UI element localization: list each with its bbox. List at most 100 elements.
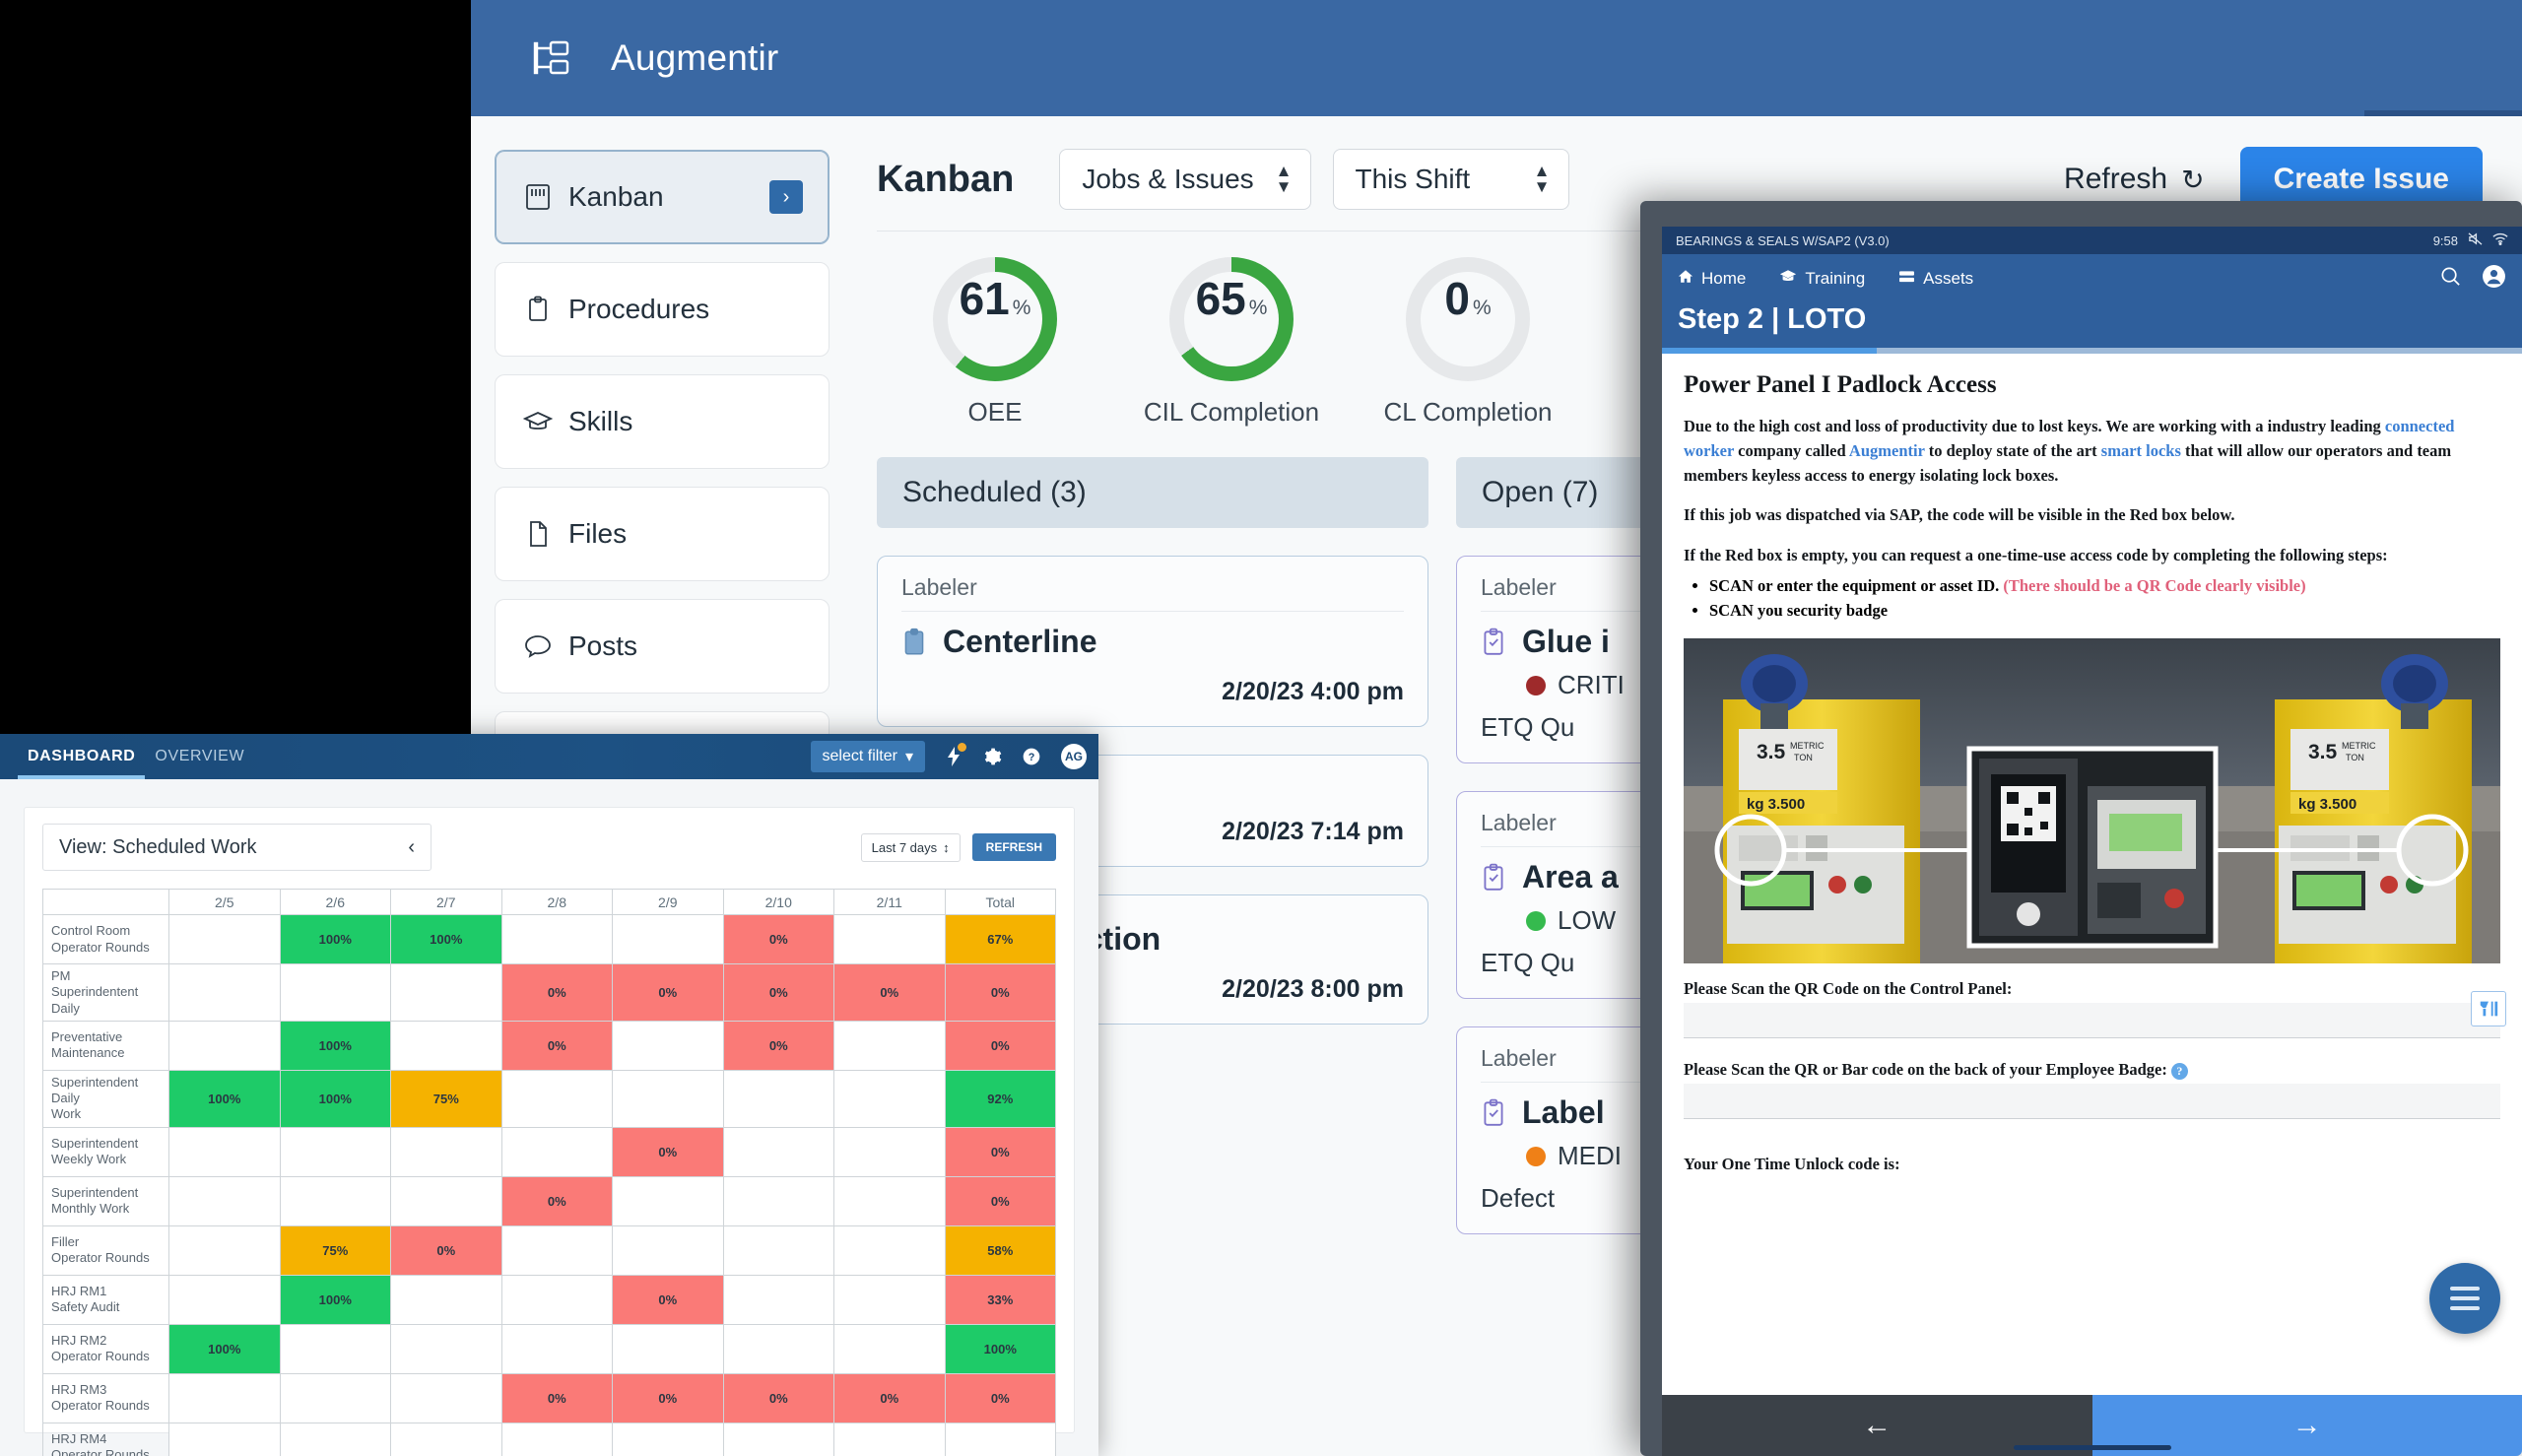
dashboard-refresh-button[interactable]: REFRESH [971,833,1056,861]
dashboard-header-actions: select filter ▾ ? AG [810,741,1099,772]
kanban-card[interactable]: Labeler Centerline 2/20/23 4:00 pm [877,556,1428,727]
chevron-updown-icon: ▲ ▼ [1275,161,1293,196]
column-header: 2/5 [168,889,281,915]
column-header: 2/6 [279,889,391,915]
kanban-icon [521,183,555,211]
date-range-select[interactable]: Last 7 days ↕ [860,832,961,862]
heatmap-cell [279,1126,391,1177]
heatmap-cell [722,1069,834,1128]
tablet-step-title: Step 2 | LOTO [1678,303,1867,335]
table-row: Control Room Operator Rounds 100% 100% 0% 67% [42,914,1056,964]
nav-training[interactable]: Training [1779,269,1865,289]
inline-link[interactable]: smart locks [2101,441,2181,460]
heatmap-cell [833,1422,946,1456]
filter-shift-select[interactable]: This Shift ▲ ▼ [1332,149,1569,210]
card-title: Glue i [1522,624,1610,659]
refresh-button[interactable]: Refresh ↻ [2064,163,2205,196]
filter-type-select[interactable]: Jobs & Issues ▲ ▼ [1059,149,1311,210]
heatmap-cell [168,914,281,964]
heatmap-cell [833,1126,946,1177]
sidebar-item-files[interactable]: Files [495,487,830,581]
scan-control-panel-input[interactable] [1684,991,2506,1039]
search-icon[interactable] [2439,265,2462,293]
tablet-app-name: BEARINGS & SEALS W/SAP2 (V3.0) [1676,232,1890,248]
help-icon[interactable]: ? [1022,747,1041,766]
sidebar-item-label: Files [568,518,628,549]
heatmap-cell: 0% [944,1126,1056,1177]
heatmap-cell [722,1126,834,1177]
svg-text:TON: TON [2346,753,2364,762]
heatmap-cell [168,1175,281,1226]
sidebar-item-kanban[interactable]: Kanban › [495,150,830,244]
avatar[interactable]: AG [1061,744,1087,769]
heatmap-cell [168,1372,281,1423]
nav-assets[interactable]: Assets [1898,269,1973,289]
heatmap-cell [500,1274,613,1325]
heatmap-cell: 0% [500,963,613,1022]
heatmap-cell [390,1175,502,1226]
gauge-label: CIL Completion [1143,397,1320,427]
heatmap-cell [390,1422,502,1456]
barcode-scanner-icon[interactable] [2471,991,2506,1027]
priority-label: CRITI [1558,670,1625,699]
gauge-unit: % [1012,297,1031,319]
heatmap-cell [612,914,724,964]
gauge-label: CL Completion [1383,397,1553,427]
bolt-icon[interactable] [945,743,966,767]
hamburger-icon[interactable] [2429,1263,2500,1334]
gear-icon[interactable] [982,747,1002,766]
help-icon[interactable]: ? [2170,1062,2188,1080]
list-item-note: (There should be a QR Code clearly visib… [2003,575,2306,595]
sidebar-item-label: Skills [568,406,633,436]
field-2-text: Please Scan the QR or Bar code on the ba… [1684,1060,2167,1080]
sidebar-item-skills[interactable]: Skills [495,374,830,469]
heatmap-cell: 0% [833,963,946,1022]
tab-dashboard[interactable]: DASHBOARD [18,734,146,779]
heatmap-cell [390,963,502,1022]
wifi-icon [2492,232,2508,248]
account-icon[interactable] [2482,264,2506,294]
table-row: HRJ RM2 Operator Rounds 100% 100% [42,1323,1056,1374]
heatmap-cell [833,914,946,964]
heatmap-cell: 0% [500,1020,613,1071]
inline-text: Due to the high cost and loss of product… [1684,417,2385,435]
heatmap-cell [390,1372,502,1423]
table-row: Filler Operator Rounds 75% 0% 58% [42,1224,1056,1276]
nav-home[interactable]: Home [1678,269,1746,289]
server-icon [1898,269,1915,289]
svg-text:3.5: 3.5 [1757,741,1786,763]
svg-text:METRIC: METRIC [1790,741,1825,751]
heatmap-cell: 100% [390,914,502,964]
heatmap-cell: 0% [722,963,834,1022]
view-toolbar: View: Scheduled Work ‹ Last 7 days ↕ REF… [42,824,1056,871]
home-icon [1678,269,1693,289]
sidebar-item-posts[interactable]: Posts [495,599,830,694]
tab-overview[interactable]: OVERVIEW [145,734,254,779]
clipboard-check-icon [1481,863,1506,893]
heatmap-cell: 0% [612,1274,724,1325]
gauge-value: 61 [959,273,1010,324]
heatmap-cell [612,1020,724,1071]
sidebar-item-procedures[interactable]: Procedures [495,262,830,357]
clipboard-check-icon [1481,628,1506,657]
svg-text:METRIC: METRIC [2342,741,2376,751]
priority-label: LOW [1558,905,1617,935]
list-item: SCAN or enter the equipment or asset ID.… [1709,574,2500,599]
select-filter-button[interactable]: select filter ▾ [810,741,925,772]
priority-label: MEDI [1558,1141,1622,1170]
table-row: HRJ RM3 Operator Rounds 0% 0% 0% 0% 0% [42,1372,1056,1423]
dashboard-card: View: Scheduled Work ‹ Last 7 days ↕ REF… [24,807,1075,1456]
scan-employee-badge-input[interactable] [1684,1084,2500,1120]
refresh-icon: ↻ [2181,164,2205,195]
heatmap-cell: 100% [168,1323,281,1374]
chevron-right-icon[interactable]: › [769,180,803,214]
paragraph-2: If this job was dispatched via SAP, the … [1684,505,2235,525]
view-select[interactable]: View: Scheduled Work ‹ [42,824,431,871]
power-panel-photo: 3.5 METRIC TON kg 3.500 3.5 METRIC TON k… [1684,638,2500,964]
heatmap-cell [722,1224,834,1276]
inline-link[interactable]: Augmentir [1849,441,1925,460]
table-corner [42,889,169,915]
heatmap-cell: 0% [612,1372,724,1423]
row-label: PM Superindentent Daily [42,963,169,1022]
heatmap-cell [833,1020,946,1071]
